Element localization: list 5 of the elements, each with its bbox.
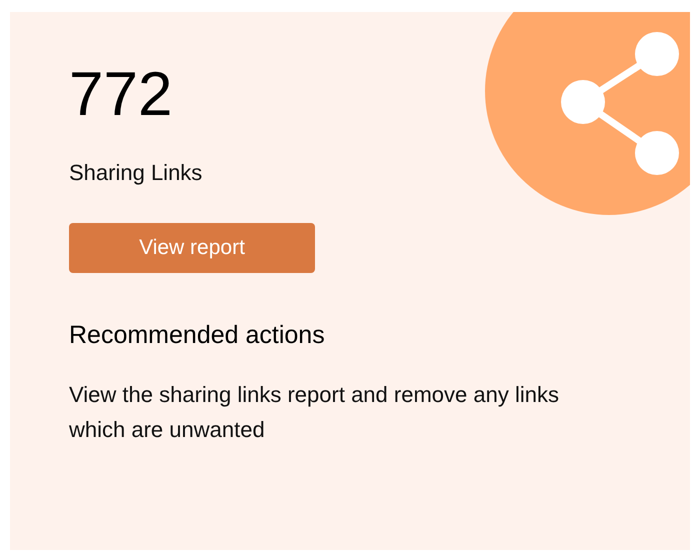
view-report-button[interactable]: View report xyxy=(69,223,315,273)
count-label: Sharing Links xyxy=(69,159,202,187)
link-count: 772 xyxy=(69,64,172,126)
section-heading: Recommended actions xyxy=(69,320,325,351)
description-text: View the sharing links report and remove any links which are unwanted xyxy=(69,380,560,444)
